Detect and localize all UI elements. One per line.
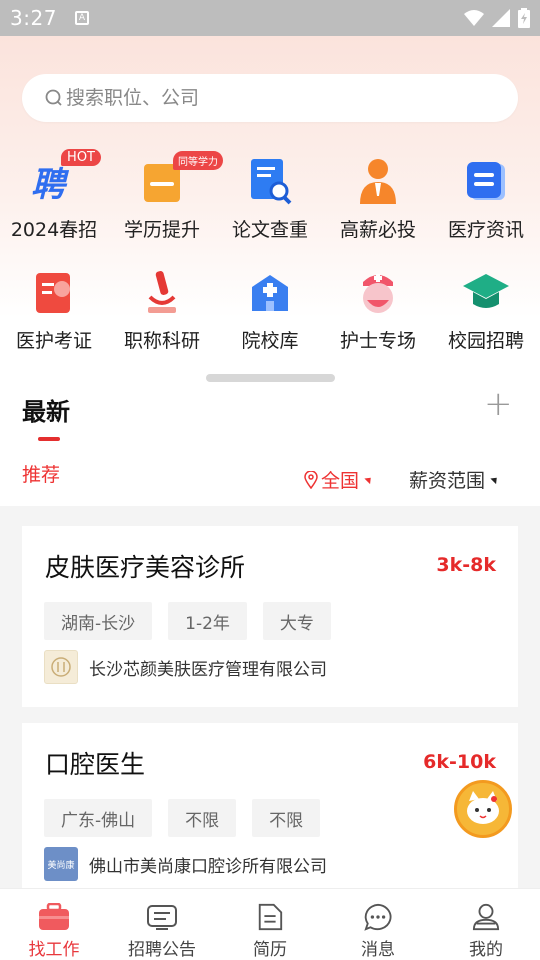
drag-handle[interactable]	[206, 374, 335, 382]
shortcut-spring-recruit[interactable]: 聘 HOT 2024春招	[0, 149, 108, 242]
add-button[interactable]: +	[484, 387, 513, 421]
assistant-mascot-button[interactable]	[454, 780, 512, 838]
profile-icon	[472, 903, 500, 931]
dropdown-arrow-icon	[490, 474, 500, 485]
education-upgrade-icon: 同等学力	[135, 151, 223, 207]
job-tags: 湖南-长沙 1-2年 大专	[44, 602, 331, 640]
job-tag-education: 大专	[262, 602, 331, 640]
graduation-cap-icon	[459, 266, 513, 318]
search-icon	[45, 89, 62, 106]
briefcase-icon	[39, 903, 69, 930]
job-tags: 广东-佛山 不限 不限	[44, 799, 321, 837]
bottom-nav: 找工作 招聘公告 简历 消息 我的	[0, 888, 540, 960]
battery-icon	[518, 8, 530, 28]
nav-label: 消息	[361, 940, 395, 960]
shortcut-education-upgrade[interactable]: 同等学力 学历提升	[108, 151, 223, 242]
shortcut-label: 医护考证	[15, 330, 92, 352]
shortcut-label: 校园招聘	[447, 330, 524, 352]
job-tag-education: 不限	[252, 799, 321, 837]
status-time: 3:27	[10, 6, 57, 30]
shortcut-label: 2024春招	[10, 219, 98, 241]
nav-label: 我的	[469, 940, 503, 960]
location-pin-icon	[304, 470, 318, 489]
shortcut-campus-recruit[interactable]: 校园招聘	[432, 266, 540, 353]
search-input[interactable]	[66, 87, 466, 109]
resume-icon	[258, 903, 283, 931]
shortcut-label: 论文查重	[231, 219, 308, 241]
shortcut-grid-row1: 聘 HOT 2024春招 同等学力 学历提升 论文查重 高薪必投 医疗资讯	[0, 149, 540, 242]
filter-region-label: 全国	[321, 470, 360, 492]
notification-a-icon: A	[74, 11, 89, 25]
job-tag-experience: 不限	[168, 799, 237, 837]
nav-label: 招聘公告	[128, 940, 196, 960]
shortcut-label: 高薪必投	[339, 219, 416, 241]
company-name: 佛山市美尚康口腔诊所有限公司	[89, 856, 327, 877]
shortcut-label: 院校库	[241, 330, 299, 352]
job-title: 口腔医生	[45, 750, 146, 779]
paper-check-icon	[243, 155, 297, 207]
dropdown-arrow-icon	[364, 474, 374, 485]
company-name: 长沙芯颜美肤医疗管理有限公司	[89, 659, 327, 680]
certificate-icon	[27, 266, 81, 318]
nav-find-job[interactable]: 找工作	[0, 889, 108, 960]
status-bar: 3:27 A	[0, 0, 540, 36]
search-bar[interactable]	[22, 74, 518, 122]
shortcut-label: 学历提升	[123, 219, 200, 241]
nurse-icon	[351, 266, 405, 318]
filter-salary[interactable]: 薪资范围	[409, 466, 500, 493]
company-row[interactable]: 美尚康 佛山市美尚康口腔诊所有限公司	[44, 847, 327, 881]
company-logo	[44, 650, 78, 684]
microscope-icon	[135, 266, 189, 318]
job-tag-experience: 1-2年	[168, 602, 247, 640]
shortcut-high-salary[interactable]: 高薪必投	[324, 155, 432, 242]
message-icon	[364, 903, 392, 931]
job-salary: 3k-8k	[436, 554, 496, 576]
job-salary: 6k-10k	[423, 751, 496, 773]
nav-resume[interactable]: 简历	[216, 889, 324, 960]
nav-label: 简历	[253, 940, 287, 960]
job-tag-location: 湖南-长沙	[44, 602, 153, 640]
signal-icon	[492, 9, 510, 27]
company-row[interactable]: 长沙芯颜美肤医疗管理有限公司	[44, 650, 327, 684]
svg-text:聘: 聘	[31, 165, 70, 205]
filter-region[interactable]: 全国	[304, 466, 374, 493]
announcement-icon	[147, 905, 177, 930]
filter-salary-label: 薪资范围	[409, 470, 486, 492]
nav-label: 找工作	[28, 940, 80, 960]
status-icons	[464, 8, 530, 28]
shortcut-paper-check[interactable]: 论文查重	[216, 155, 324, 242]
section-title-latest[interactable]: 最新	[22, 392, 70, 427]
shortcut-label: 护士专场	[339, 330, 416, 352]
wifi-icon	[464, 10, 484, 26]
tab-indicator	[38, 437, 60, 441]
cat-mascot-icon	[467, 791, 499, 824]
medical-news-icon	[459, 155, 513, 207]
shortcut-certificate[interactable]: 医护考证	[0, 266, 108, 353]
shortcut-research[interactable]: 职称科研	[108, 266, 216, 353]
shortcut-hospital-library[interactable]: 院校库	[216, 266, 324, 353]
job-card[interactable]: 口腔医生 6k-10k 广东-佛山 不限 不限 美尚康 佛山市美尚康口腔诊所有限…	[22, 723, 518, 893]
shortcut-medical-news[interactable]: 医疗资讯	[432, 155, 540, 242]
company-logo: 美尚康	[44, 847, 78, 881]
nav-announcements[interactable]: 招聘公告	[108, 889, 216, 960]
shortcut-grid-row2: 医护考证 职称科研 院校库 护士专场 校园招聘	[0, 266, 540, 353]
shortcut-nurse[interactable]: 护士专场	[324, 266, 432, 353]
shortcut-label: 医疗资讯	[447, 219, 524, 241]
hot-badge: HOT	[61, 149, 101, 166]
job-title: 皮肤医疗美容诊所	[45, 553, 246, 582]
job-card[interactable]: 皮肤医疗美容诊所 3k-8k 湖南-长沙 1-2年 大专 长沙芯颜美肤医疗管理有…	[22, 526, 518, 707]
nav-profile[interactable]: 我的	[432, 889, 540, 960]
shortcut-label: 职称科研	[123, 330, 200, 352]
high-salary-icon	[351, 155, 405, 207]
job-tag-location: 广东-佛山	[44, 799, 153, 837]
hospital-icon	[243, 266, 297, 318]
filter-recommend[interactable]: 推荐	[22, 460, 60, 487]
spring-recruit-icon: 聘 HOT	[27, 149, 101, 207]
nav-messages[interactable]: 消息	[324, 889, 432, 960]
